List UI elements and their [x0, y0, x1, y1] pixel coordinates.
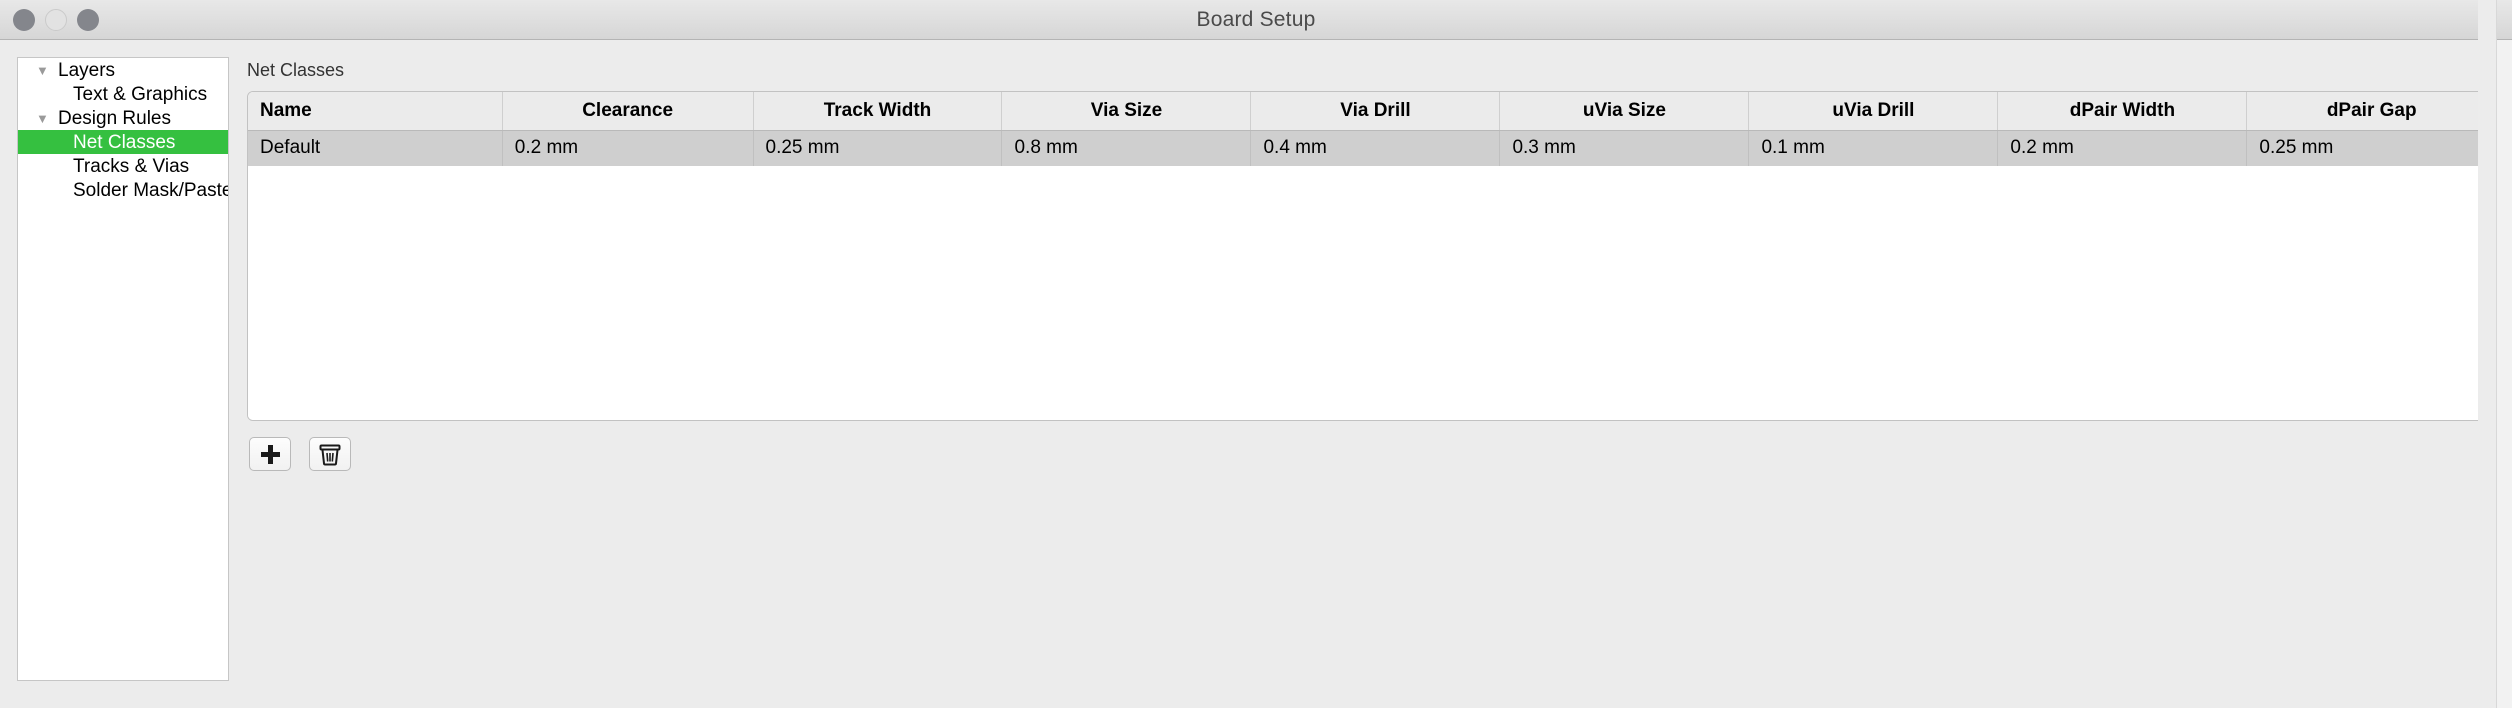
grid-empty-area[interactable] [248, 166, 2496, 420]
section-title: Net Classes [247, 60, 345, 80]
column-header-uvia-size[interactable]: uVia Size [1499, 92, 1750, 131]
delete-net-class-button[interactable] [309, 437, 351, 471]
cell-clearance[interactable]: 0.2 mm [502, 130, 754, 166]
cell-dpair-width[interactable]: 0.2 mm [1997, 130, 2248, 166]
sidebar-item-label: Net Classes [73, 131, 176, 153]
column-header-name[interactable]: Name [248, 92, 503, 131]
background-window-edge [2496, 0, 2512, 708]
table-header-row: Name Clearance Track Width Via Size Via … [248, 92, 2496, 131]
cell-name[interactable]: Default [248, 130, 503, 166]
sidebar-item-net-classes[interactable]: Net Classes [18, 130, 228, 154]
maximize-button[interactable] [77, 8, 99, 31]
dialog-right-gutter [2478, 0, 2496, 708]
column-header-dpair-gap[interactable]: dPair Gap [2246, 92, 2496, 131]
trash-icon [319, 444, 341, 465]
cell-uvia-drill[interactable]: 0.1 mm [1748, 130, 1999, 166]
window-title: Board Setup [1196, 7, 1316, 31]
dialog-body: ▼ Layers Text & Graphics ▼ Design Rules … [0, 40, 2512, 708]
cell-via-size[interactable]: 0.8 mm [1001, 130, 1252, 166]
column-header-via-drill[interactable]: Via Drill [1250, 92, 1501, 131]
close-button[interactable] [13, 8, 35, 31]
window-titlebar: Board Setup [0, 0, 2512, 40]
cell-via-drill[interactable]: 0.4 mm [1250, 130, 1501, 166]
cell-track-width[interactable]: 0.25 mm [753, 130, 1003, 166]
sidebar-item-text-and-graphics[interactable]: Text & Graphics [18, 82, 228, 106]
chevron-down-icon[interactable]: ▼ [36, 112, 58, 125]
sidebar-item-label: Tracks & Vias [73, 155, 190, 177]
sidebar-item-tracks-and-vias[interactable]: Tracks & Vias [18, 154, 228, 178]
column-header-dpair-width[interactable]: dPair Width [1997, 92, 2248, 131]
sidebar-item-layers[interactable]: ▼ Layers [18, 58, 228, 82]
cell-uvia-size[interactable]: 0.3 mm [1499, 130, 1750, 166]
sidebar-item-solder-mask-paste[interactable]: Solder Mask/Paste [18, 178, 228, 202]
sidebar-item-label: Layers [58, 59, 116, 81]
column-header-via-size[interactable]: Via Size [1001, 92, 1252, 131]
net-classes-panel: Net Classes Name Clearance Track Width V… [229, 57, 2512, 708]
add-net-class-button[interactable] [249, 437, 291, 471]
column-header-track-width[interactable]: Track Width [753, 92, 1003, 131]
board-setup-window: Board Setup ▼ Layers Text & Graphics ▼ D… [0, 0, 2512, 708]
sidebar-item-design-rules[interactable]: ▼ Design Rules [18, 106, 228, 130]
net-classes-table[interactable]: Name Clearance Track Width Via Size Via … [248, 92, 2496, 166]
grid-toolbar [247, 437, 2512, 471]
minimize-button[interactable] [45, 8, 67, 31]
plus-icon [260, 444, 280, 464]
chevron-down-icon[interactable]: ▼ [36, 64, 58, 77]
cell-dpair-gap[interactable]: 0.25 mm [2246, 130, 2496, 166]
column-header-uvia-drill[interactable]: uVia Drill [1748, 92, 1999, 131]
net-classes-grid[interactable]: Name Clearance Track Width Via Size Via … [247, 91, 2497, 421]
settings-tree[interactable]: ▼ Layers Text & Graphics ▼ Design Rules … [17, 57, 229, 681]
sidebar-item-label: Solder Mask/Paste [73, 179, 229, 201]
sidebar-item-label: Design Rules [58, 107, 171, 129]
sidebar-item-label: Text & Graphics [73, 83, 208, 105]
window-controls [0, 8, 99, 31]
column-header-clearance[interactable]: Clearance [502, 92, 754, 131]
table-row[interactable]: Default 0.2 mm 0.25 mm 0.8 mm 0.4 mm 0.3… [248, 130, 2496, 166]
background-window-titlebar [2497, 0, 2512, 40]
